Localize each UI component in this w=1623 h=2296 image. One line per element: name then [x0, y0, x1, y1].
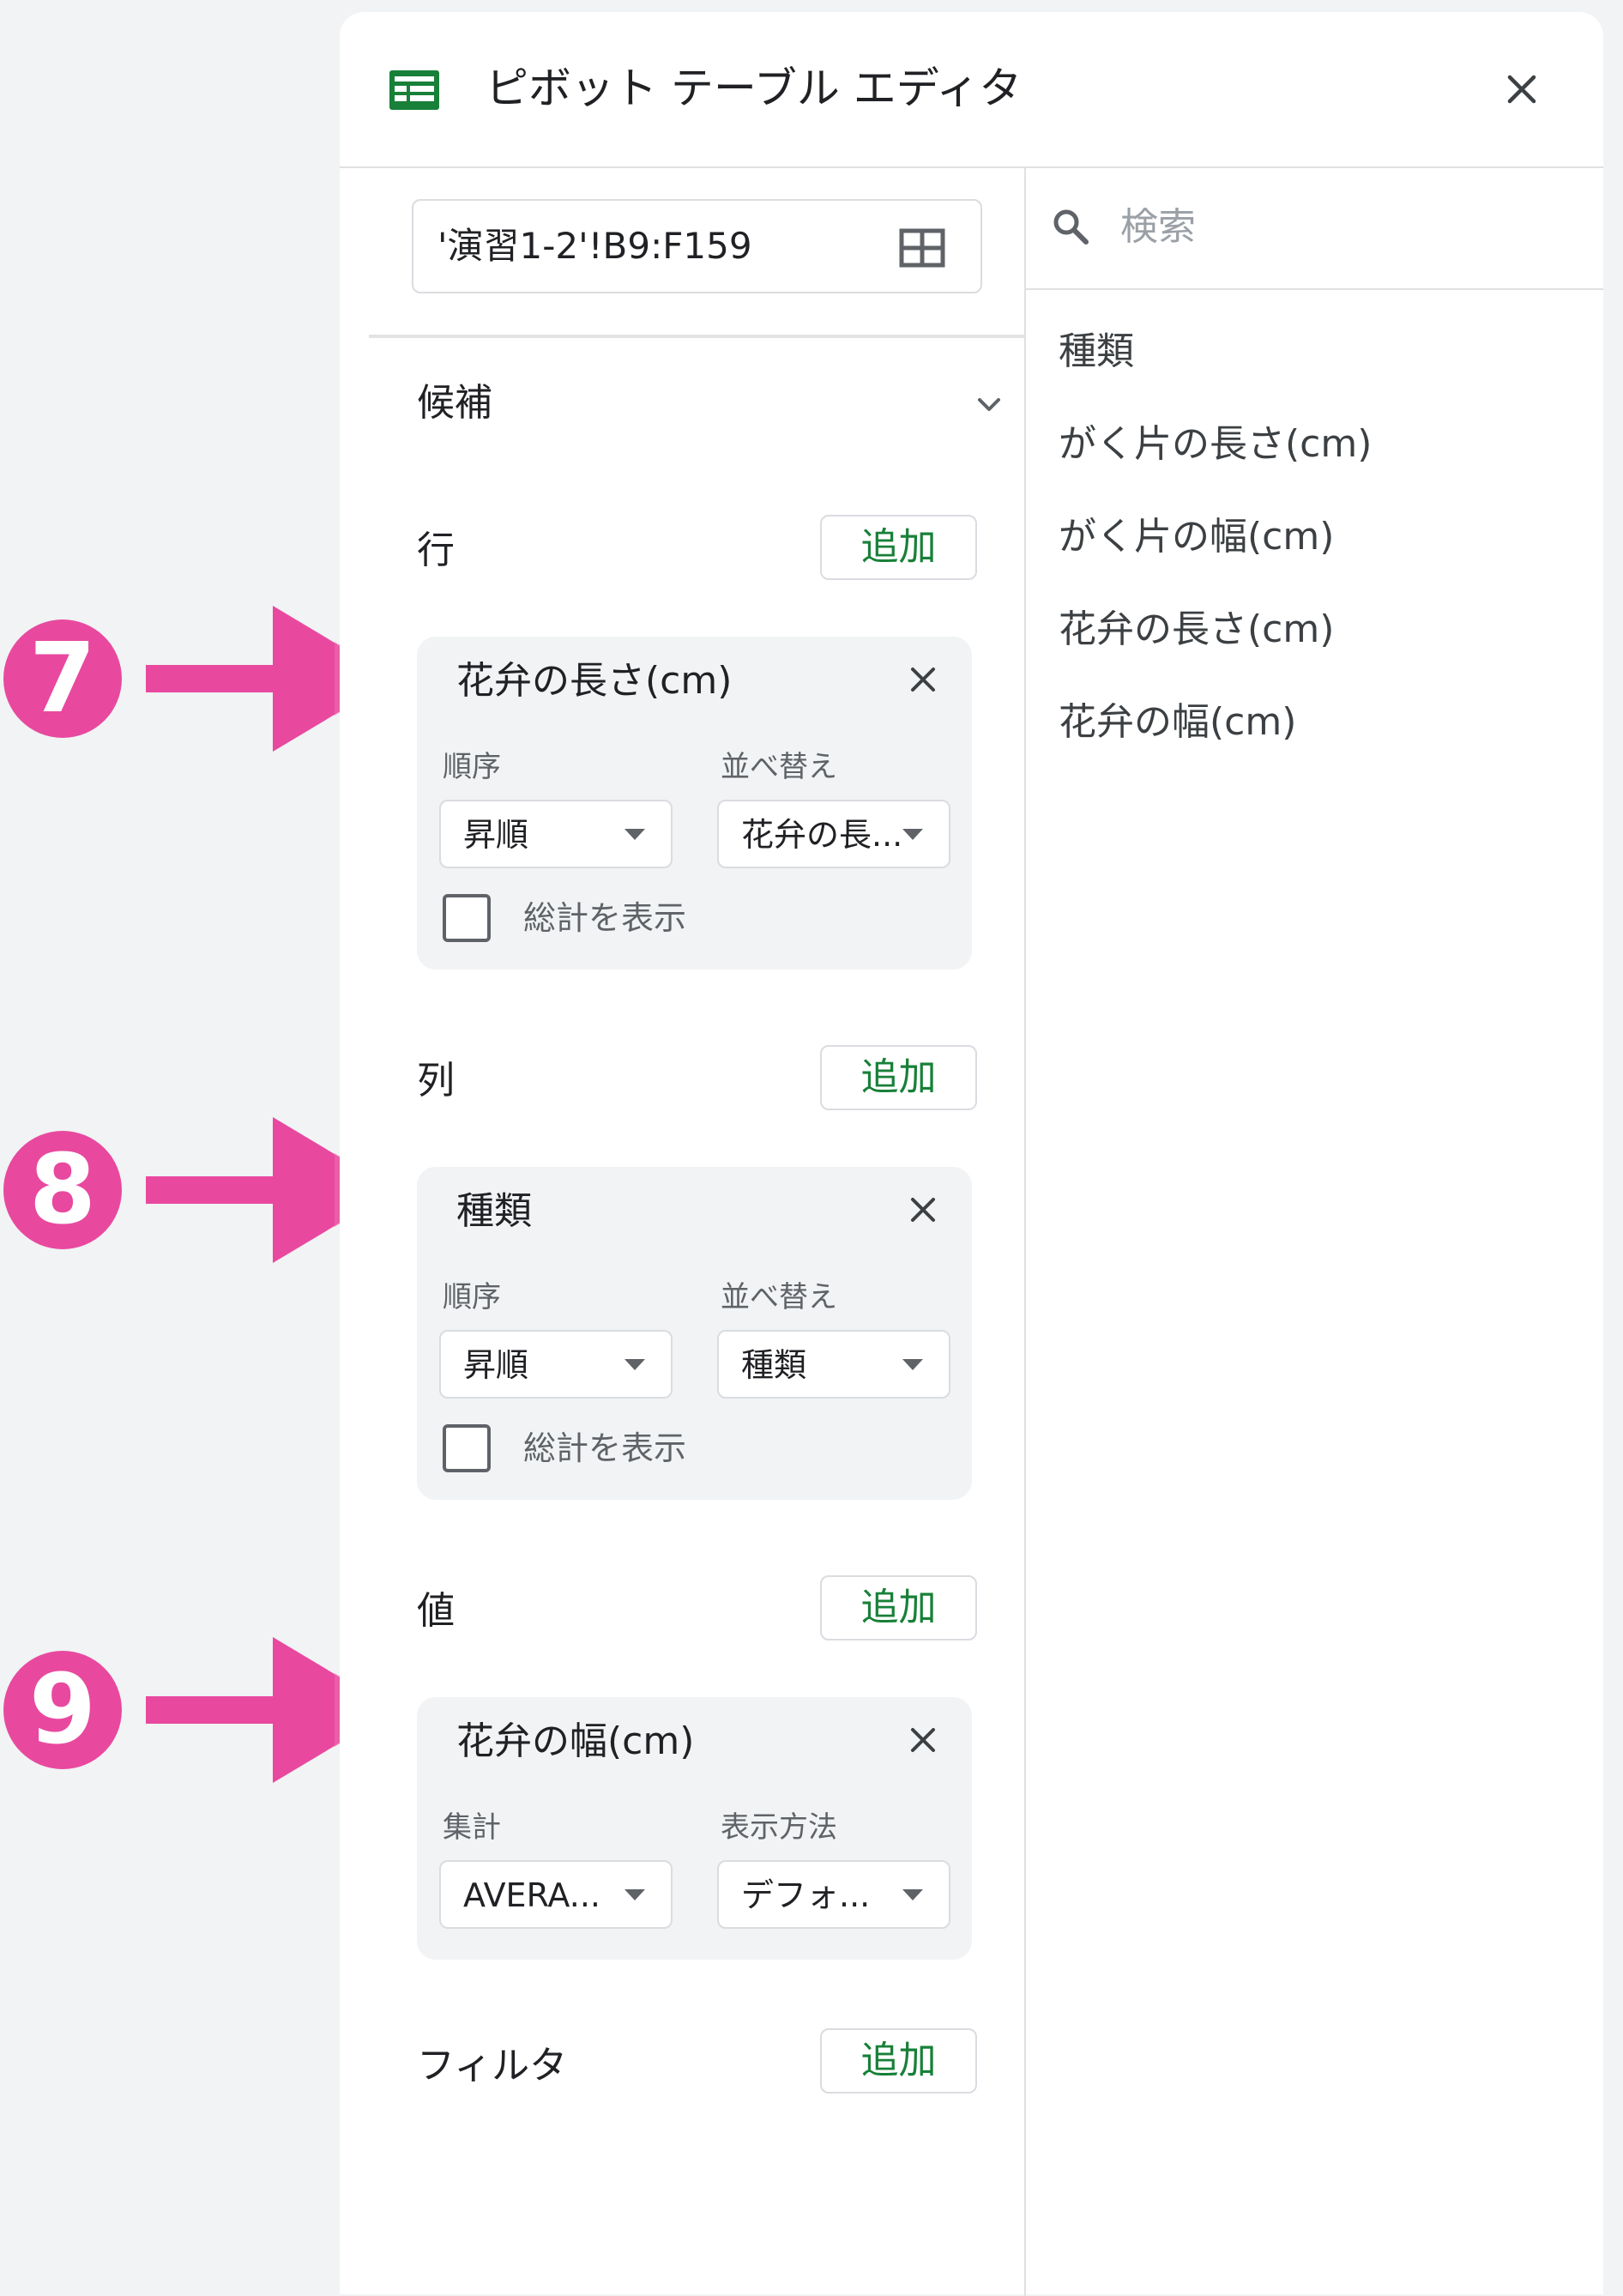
show-as-select[interactable]: デフォ...: [717, 1860, 950, 1929]
select-value: 昇順: [463, 816, 529, 854]
close-editor-button[interactable]: [1496, 63, 1548, 115]
field-item[interactable]: がく片の長さ(cm): [1059, 417, 1372, 472]
rows-section-label: 行: [417, 529, 455, 572]
dropdown-arrow-icon: [624, 1889, 645, 1900]
columns-section-label: 列: [417, 1059, 455, 1103]
close-icon: [911, 668, 935, 692]
show-totals-checkbox[interactable]: [443, 894, 491, 942]
dropdown-arrow-icon: [624, 1359, 645, 1370]
editor-title: ピボット テーブル エディタ: [486, 63, 1023, 113]
field-item[interactable]: がく片の幅(cm): [1059, 510, 1334, 565]
show-as-label: 表示方法: [721, 1810, 837, 1845]
remove-value-field-button[interactable]: [902, 1719, 944, 1761]
show-totals-label: 総計を表示: [523, 899, 687, 937]
card-title: 花弁の幅(cm): [456, 1719, 695, 1763]
show-totals-checkbox[interactable]: [443, 1424, 491, 1472]
field-item[interactable]: 花弁の幅(cm): [1059, 695, 1296, 750]
dropdown-arrow-icon: [624, 829, 645, 840]
sort-by-select[interactable]: 種類: [717, 1330, 950, 1399]
card-title: 種類: [456, 1189, 532, 1233]
field-item[interactable]: 種類: [1059, 324, 1134, 379]
values-section-label: 値: [417, 1589, 455, 1633]
card-title: 花弁の長さ(cm): [456, 659, 733, 703]
add-row-button[interactable]: 追加: [820, 515, 977, 580]
close-icon: [1507, 75, 1536, 104]
select-value: AVERA...: [463, 1876, 600, 1914]
value-field-card: 花弁の幅(cm) 集計 表示方法 AVERA... デフォ...: [417, 1697, 972, 1960]
summarize-by-label: 集計: [443, 1810, 501, 1845]
add-filter-button[interactable]: 追加: [820, 2028, 977, 2094]
remove-column-field-button[interactable]: [902, 1189, 944, 1230]
search-icon: [1053, 209, 1089, 245]
order-select[interactable]: 昇順: [439, 1330, 673, 1399]
suggestions-toggle[interactable]: 候補: [417, 376, 492, 431]
field-list-column: 種類 がく片の長さ(cm) がく片の幅(cm) 花弁の長さ(cm) 花弁の幅(c…: [1026, 168, 1603, 2296]
dropdown-arrow-icon: [902, 1359, 923, 1370]
order-label: 順序: [443, 1280, 501, 1314]
step-9-badge: 9: [3, 1651, 122, 1769]
pivot-config-column: '演習1-2'!B9:F159 候補 行 追加 花弁の長さ(cm) 順序 並べ替…: [340, 168, 1024, 2296]
search-divider: [1026, 288, 1603, 290]
chevron-down-icon[interactable]: [974, 393, 1004, 417]
editor-header: ピボット テーブル エディタ: [340, 12, 1603, 168]
select-value: 種類: [741, 1346, 807, 1384]
data-range-field[interactable]: '演習1-2'!B9:F159: [412, 199, 982, 293]
select-value: 昇順: [463, 1346, 529, 1384]
sort-by-label: 並べ替え: [721, 1280, 837, 1314]
pivot-table-editor: ピボット テーブル エディタ '演習1-2'!B9:F159 候補 行 追加 花…: [340, 12, 1603, 2296]
row-field-card: 花弁の長さ(cm) 順序 並べ替え 昇順 花弁の長... 総計を表示: [417, 637, 972, 970]
data-range-value: '演習1-2'!B9:F159: [437, 225, 752, 267]
sort-by-select[interactable]: 花弁の長...: [717, 800, 950, 868]
grid-icon[interactable]: [899, 228, 945, 268]
order-select[interactable]: 昇順: [439, 800, 673, 868]
field-search-input[interactable]: [1120, 201, 1549, 252]
select-value: 花弁の長...: [741, 816, 903, 854]
add-column-button[interactable]: 追加: [820, 1045, 977, 1110]
sort-by-label: 並べ替え: [721, 750, 837, 784]
close-icon: [911, 1198, 935, 1222]
field-item[interactable]: 花弁の長さ(cm): [1059, 602, 1334, 657]
add-value-button[interactable]: 追加: [820, 1575, 977, 1640]
order-label: 順序: [443, 750, 501, 784]
dropdown-arrow-icon: [902, 829, 923, 840]
step-7-badge: 7: [3, 619, 122, 738]
dropdown-arrow-icon: [902, 1889, 923, 1900]
remove-row-field-button[interactable]: [902, 659, 944, 700]
summarize-by-select[interactable]: AVERA...: [439, 1860, 673, 1929]
sheets-icon: [389, 70, 439, 110]
column-field-card: 種類 順序 並べ替え 昇順 種類 総計を表示: [417, 1167, 972, 1500]
section-separator: [369, 335, 1024, 338]
step-8-badge: 8: [3, 1131, 122, 1249]
filters-section-label: フィルタ: [417, 2044, 568, 2088]
close-icon: [911, 1728, 935, 1752]
show-totals-label: 総計を表示: [523, 1429, 687, 1467]
select-value: デフォ...: [741, 1876, 871, 1914]
